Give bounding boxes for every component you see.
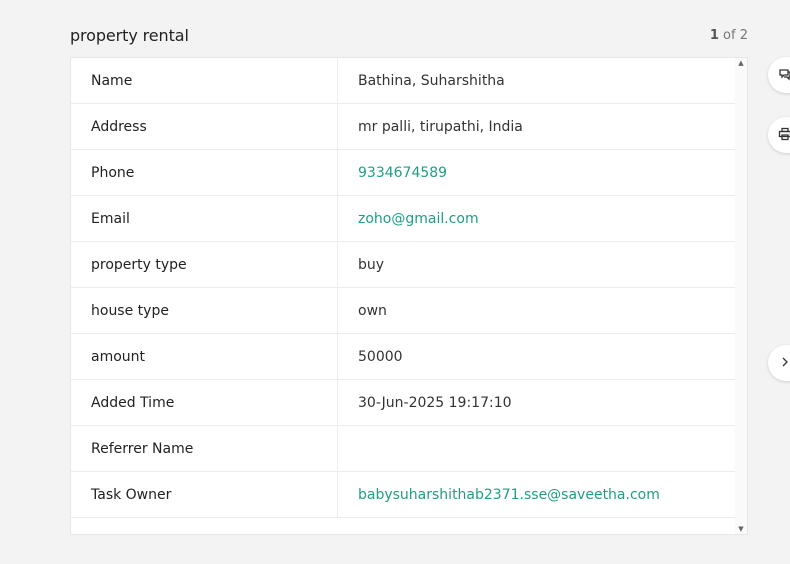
field-label: Address <box>71 104 338 149</box>
record-row-house-type: house type own <box>71 288 737 334</box>
field-value: 30-Jun-2025 19:17:10 <box>358 394 512 411</box>
pager-total: of 2 <box>718 28 748 43</box>
record-row-task-owner: Task Owner babysuharshithab2371.sse@save… <box>71 472 737 518</box>
field-label: Phone <box>71 150 338 195</box>
record-pager: 1 of 2 <box>710 28 748 43</box>
comment-button[interactable] <box>768 57 790 93</box>
record-row-phone: Phone 9334674589 <box>71 150 737 196</box>
field-value: own <box>358 302 387 319</box>
email-link[interactable]: zoho@gmail.com <box>338 196 737 241</box>
vertical-scrollbar[interactable]: ▲ ▼ <box>735 58 747 534</box>
print-button[interactable] <box>768 117 790 153</box>
field-label: amount <box>71 334 338 379</box>
task-owner-link[interactable]: babysuharshithab2371.sse@saveetha.com <box>338 472 737 517</box>
record-row-property-type: property type buy <box>71 242 737 288</box>
scroll-up-arrow-icon[interactable]: ▲ <box>736 58 746 68</box>
field-label: Added Time <box>71 380 338 425</box>
field-value: mr palli, tirupathi, India <box>358 118 523 135</box>
field-label: Email <box>71 196 338 241</box>
record-row-amount: amount 50000 <box>71 334 737 380</box>
record-row-added-time: Added Time 30-Jun-2025 19:17:10 <box>71 380 737 426</box>
field-label: property type <box>71 242 338 287</box>
scroll-down-arrow-icon[interactable]: ▼ <box>736 524 746 534</box>
record-detail-card: Name Bathina, Suharshitha Address mr pal… <box>70 57 748 535</box>
expand-panel-button[interactable] <box>768 345 790 381</box>
expand-icon <box>778 354 790 373</box>
field-label: house type <box>71 288 338 333</box>
record-row-referrer-name: Referrer Name <box>71 426 737 472</box>
field-label: Task Owner <box>71 472 338 517</box>
field-label: Name <box>71 58 338 103</box>
field-label: Referrer Name <box>71 426 338 471</box>
record-rows: Name Bathina, Suharshitha Address mr pal… <box>71 58 737 518</box>
record-row-email: Email zoho@gmail.com <box>71 196 737 242</box>
phone-link[interactable]: 9334674589 <box>338 150 737 195</box>
page-title: property rental <box>70 26 189 45</box>
field-value: Bathina, Suharshitha <box>358 72 505 89</box>
print-icon <box>778 126 790 145</box>
comment-icon <box>778 66 790 85</box>
pager-current: 1 <box>709 28 719 43</box>
record-row-name: Name Bathina, Suharshitha <box>71 58 737 104</box>
field-value <box>338 426 737 471</box>
record-row-address: Address mr palli, tirupathi, India <box>71 104 737 150</box>
field-value: buy <box>358 256 385 273</box>
field-value: 50000 <box>358 348 403 365</box>
